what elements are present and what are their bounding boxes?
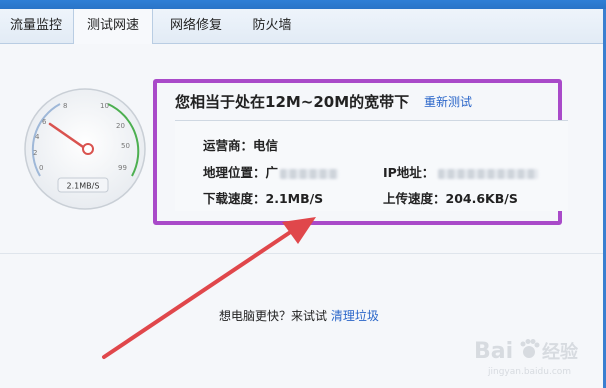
upload-speed: 上传速度：204.6KB/S: [383, 191, 518, 206]
gauge-tick-label: 50: [121, 142, 130, 150]
ip-redacted: [438, 168, 539, 179]
cleanup-promo: 想电脑更快？来试试 清理垃圾: [219, 307, 379, 324]
gauge-tick-label: 6: [42, 118, 47, 126]
arrow-shaft: [102, 229, 294, 359]
location-label: 地理位置：广: [203, 165, 279, 180]
speed-gauge: 0 2 4 6 8 10 20 50 99 2.1MB/S: [24, 88, 146, 210]
clean-junk-link[interactable]: 清理垃圾: [331, 309, 379, 323]
watermark-brand: Bai: [474, 339, 513, 364]
ip-label: IP地址：: [383, 165, 435, 180]
gauge-tick-label: 8: [63, 102, 67, 110]
baidu-jingyan-watermark: Bai 经验 jingyan.baidu.com: [474, 339, 579, 377]
promo-text: 想电脑更快？来试试: [219, 309, 328, 323]
gauge-tick-label: 99: [118, 164, 127, 172]
download-speed: 下载速度：2.1MB/S: [203, 191, 324, 206]
tab-speed-test[interactable]: 测试网速: [73, 9, 153, 44]
ip-info: IP地址：: [383, 162, 539, 181]
location-redacted: [280, 168, 339, 179]
watermark-suffix: 经验: [542, 341, 579, 363]
tab-bar: 流量监控 测试网速 网络修复 防火墙: [0, 9, 606, 44]
gauge-tick-label: 2: [33, 149, 37, 157]
tab-firewall[interactable]: 防火墙: [239, 9, 305, 43]
window-title-bar: [0, 0, 606, 9]
watermark-url: jingyan.baidu.com: [487, 367, 571, 377]
retest-link[interactable]: 重新测试: [424, 93, 472, 110]
section-divider: [0, 253, 603, 254]
gauge-tick-label: 0: [39, 164, 43, 172]
gauge-reading: 2.1MB/S: [67, 182, 100, 191]
bandwidth-summary: 您相当于处在12M~20M的宽带下: [175, 93, 410, 111]
location-info: 地理位置：广: [203, 162, 339, 181]
isp-info: 运营商：电信: [203, 138, 279, 153]
paw-icon: [520, 339, 540, 358]
tab-traffic-monitor[interactable]: 流量监控: [0, 9, 72, 43]
gauge-tick-label: 10: [100, 102, 109, 110]
gauge-tick-label: 4: [35, 133, 40, 141]
gauge-tick-label: 20: [116, 122, 125, 130]
gauge-hub: [82, 143, 94, 155]
tab-network-repair[interactable]: 网络修复: [155, 9, 237, 43]
